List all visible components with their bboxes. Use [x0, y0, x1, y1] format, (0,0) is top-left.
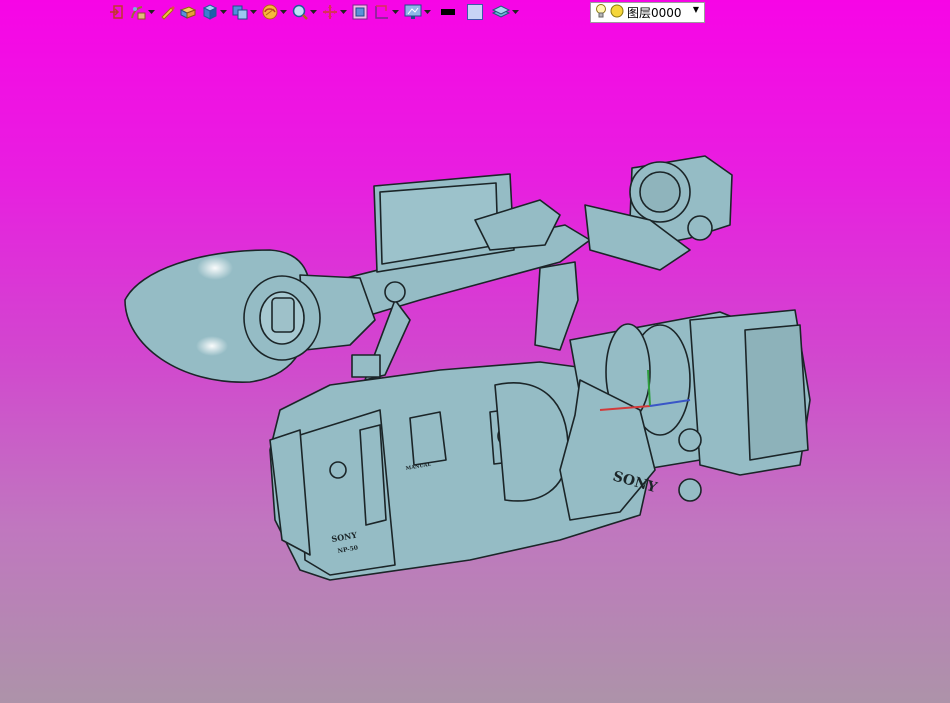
eyecup-highlight-top — [197, 256, 233, 280]
zoom-button[interactable] — [290, 1, 318, 23]
section-button[interactable] — [350, 1, 370, 23]
handle-pivot — [384, 281, 406, 303]
accessory-shoe — [351, 354, 381, 378]
measure-icon — [373, 3, 391, 21]
chevron-down-icon[interactable] — [309, 1, 317, 23]
solid-button[interactable] — [200, 1, 228, 23]
zoom-icon — [291, 3, 309, 21]
eyecup-highlight-bottom — [196, 336, 228, 356]
camcorder-model[interactable]: SONY SONY NP-50 MANUAL — [0, 0, 950, 703]
chevron-down-icon[interactable] — [219, 1, 227, 23]
chevron-down-icon[interactable] — [249, 1, 257, 23]
mic-ring-inner — [639, 171, 681, 213]
view-orient-button[interactable] — [230, 1, 258, 23]
shaded-box-icon — [179, 4, 197, 20]
lens-hood-inner — [744, 324, 809, 461]
xlr-input-bottom — [678, 478, 702, 502]
layer-state-icon[interactable] — [610, 3, 624, 22]
pencil-icon — [159, 4, 175, 20]
handle-rear-post — [534, 261, 579, 351]
chevron-down-icon[interactable] — [147, 1, 155, 23]
hand-icon — [129, 3, 147, 21]
cube-icon — [201, 3, 219, 21]
monitor-icon — [403, 3, 423, 21]
line-color-swatch — [441, 9, 455, 15]
view-cube-icon — [231, 3, 249, 21]
layer-dropdown[interactable]: 图层0000 ▼ — [590, 2, 705, 23]
measure-button[interactable] — [372, 1, 400, 23]
rotate-button[interactable] — [260, 1, 288, 23]
lightbulb-icon[interactable] — [595, 3, 607, 23]
exit-sketch-button[interactable] — [108, 1, 126, 23]
viewfinder-glass — [271, 297, 295, 333]
mic-knob — [687, 215, 713, 241]
chevron-down-icon[interactable]: ▼ — [693, 5, 699, 14]
view-toolbar — [108, 0, 520, 24]
3d-viewport[interactable]: SONY SONY NP-50 MANUAL — [0, 0, 950, 703]
chevron-down-icon[interactable] — [423, 1, 431, 23]
pencil-button[interactable] — [158, 1, 176, 23]
chevron-down-icon[interactable] — [339, 1, 347, 23]
manual-switch — [409, 411, 447, 466]
section-icon — [351, 3, 369, 21]
shaded-button[interactable] — [178, 1, 198, 23]
face-color-swatch — [467, 4, 483, 20]
chevron-down-icon[interactable] — [279, 1, 287, 23]
layer-icon — [491, 4, 511, 20]
chevron-down-icon[interactable] — [391, 1, 399, 23]
line-color-button[interactable] — [434, 1, 460, 23]
pan-icon — [321, 3, 339, 21]
pan-button[interactable] — [320, 1, 348, 23]
display-button[interactable] — [402, 1, 432, 23]
exit-icon — [109, 4, 125, 20]
layer-tool-button[interactable] — [490, 1, 520, 23]
rotate-icon — [261, 3, 279, 21]
chevron-down-icon[interactable] — [511, 1, 519, 23]
face-color-button[interactable] — [462, 1, 488, 23]
xlr-input-top — [678, 428, 702, 452]
display-style-button[interactable] — [128, 1, 156, 23]
mode-dial — [329, 461, 347, 479]
layer-name: 图层0000 — [627, 6, 682, 20]
